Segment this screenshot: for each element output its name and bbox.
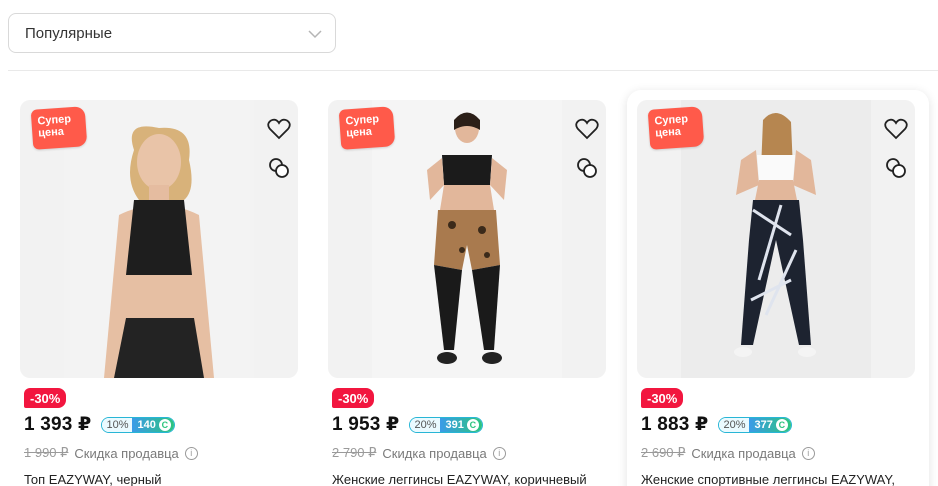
- old-price-row: 1 990 ₽ Скидка продавца i: [24, 445, 198, 461]
- price: 1 393 ₽: [24, 414, 92, 435]
- bonus-percent: 20%: [410, 417, 441, 432]
- product-card[interactable]: Супер цена -30% 1 393 ₽ 10% 140 С 1 990 …: [10, 90, 312, 486]
- product-photo: [681, 100, 871, 378]
- price-row: 1 953 ₽ 20% 391 С: [332, 413, 483, 436]
- discount-badge: -30%: [24, 388, 67, 408]
- sort-selected-label: Популярные: [25, 24, 113, 42]
- product-photo: [64, 100, 254, 378]
- product-title[interactable]: Женские спортивные леггинсы EAZYWAY,: [641, 472, 895, 486]
- badge-line-2: цена: [37, 125, 65, 140]
- heart-icon[interactable]: [883, 116, 909, 142]
- bonus-coin-icon: С: [466, 418, 479, 431]
- compare-icon[interactable]: [883, 155, 909, 181]
- bonus-percent: 20%: [719, 417, 750, 432]
- chevron-down-icon: [308, 30, 322, 39]
- bonus-coin-icon: С: [775, 418, 788, 431]
- seller-discount-label: Скидка продавца: [382, 445, 487, 461]
- bonus-points: 377 С: [749, 417, 791, 432]
- product-title[interactable]: Топ EAZYWAY, черный: [24, 472, 162, 486]
- product-title[interactable]: Женские леггинсы EAZYWAY, коричневый: [332, 472, 587, 486]
- info-icon[interactable]: i: [801, 446, 815, 460]
- product-card[interactable]: Супер цена -30% 1 883 ₽ 20% 377 С 2 690 …: [627, 90, 929, 486]
- seller-discount-label: Скидка продавца: [691, 445, 796, 461]
- bonus-points-value: 377: [754, 418, 773, 431]
- sort-dropdown[interactable]: Популярные: [8, 13, 336, 53]
- product-photo: [372, 100, 562, 378]
- bonus-points-value: 140: [137, 418, 156, 431]
- compare-icon[interactable]: [574, 155, 600, 181]
- price-row: 1 883 ₽ 20% 377 С: [641, 413, 792, 436]
- old-price: 2 790 ₽: [332, 445, 377, 460]
- seller-discount-label: Скидка продавца: [74, 445, 179, 461]
- bonus-badge: 10% 140 С: [101, 416, 175, 433]
- super-price-badge: Супер цена: [338, 106, 396, 150]
- old-price-row: 2 790 ₽ Скидка продавца i: [332, 445, 506, 461]
- divider: [8, 70, 938, 71]
- super-price-badge: Супер цена: [30, 106, 88, 150]
- product-image[interactable]: Супер цена: [328, 100, 606, 378]
- heart-icon[interactable]: [266, 116, 292, 142]
- bonus-points: 140 С: [132, 417, 174, 432]
- compare-icon[interactable]: [266, 155, 292, 181]
- old-price: 2 690 ₽: [641, 445, 686, 460]
- heart-icon[interactable]: [574, 116, 600, 142]
- badge-line-2: цена: [345, 125, 373, 140]
- discount-badge: -30%: [641, 388, 684, 408]
- product-image[interactable]: Супер цена: [637, 100, 915, 378]
- discount-badge: -30%: [332, 388, 375, 408]
- super-price-badge: Супер цена: [647, 106, 705, 150]
- product-image[interactable]: Супер цена: [20, 100, 298, 378]
- old-price-row: 2 690 ₽ Скидка продавца i: [641, 445, 815, 461]
- price: 1 953 ₽: [332, 414, 400, 435]
- bonus-badge: 20% 377 С: [718, 416, 792, 433]
- bonus-badge: 20% 391 С: [409, 416, 483, 433]
- price-row: 1 393 ₽ 10% 140 С: [24, 413, 175, 436]
- info-icon[interactable]: i: [184, 446, 198, 460]
- bonus-points: 391 С: [440, 417, 482, 432]
- price: 1 883 ₽: [641, 414, 709, 435]
- old-price: 1 990 ₽: [24, 445, 69, 460]
- bonus-percent: 10%: [102, 417, 133, 432]
- product-card[interactable]: Супер цена -30% 1 953 ₽ 20% 391 С 2 790 …: [318, 90, 620, 486]
- badge-line-2: цена: [654, 125, 682, 140]
- bonus-points-value: 391: [445, 418, 464, 431]
- bonus-coin-icon: С: [158, 418, 171, 431]
- info-icon[interactable]: i: [492, 446, 506, 460]
